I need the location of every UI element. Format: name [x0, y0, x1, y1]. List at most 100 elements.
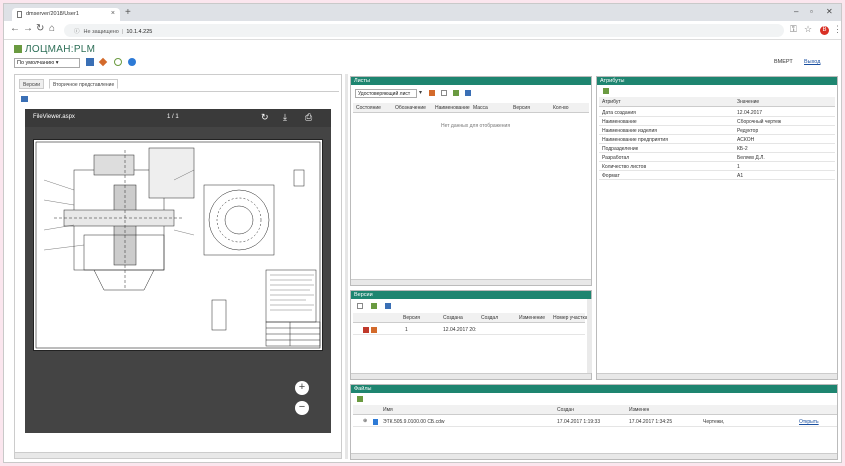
col-file-name[interactable]: Имя: [383, 407, 393, 413]
col-state[interactable]: Состояние: [356, 105, 381, 111]
attr-name: Дата создания: [602, 110, 636, 116]
attr-value: 1: [737, 164, 740, 170]
app-logo[interactable]: ЛОЦМАН:PLM: [14, 44, 95, 55]
address-bar[interactable]: ⓘ Не защищено | 10.1.4.225: [64, 24, 784, 37]
star-icon[interactable]: ☆: [804, 24, 812, 35]
col-author[interactable]: Создал: [481, 315, 498, 321]
username: ВМЕРТ: [774, 59, 793, 65]
attr-name: Разработал: [602, 155, 630, 161]
versions-list-icon[interactable]: [357, 303, 363, 309]
new-tab-button[interactable]: +: [125, 7, 131, 18]
reload-icon[interactable]: ↻: [36, 23, 44, 34]
home-icon[interactable]: ⌂: [49, 23, 55, 34]
help-icon[interactable]: [128, 58, 136, 66]
col-count[interactable]: Кол-во: [553, 105, 569, 111]
col-file-modified[interactable]: Изменен: [629, 407, 649, 413]
info-icon[interactable]: ⓘ: [74, 29, 80, 35]
close-window-button[interactable]: ✕: [826, 7, 833, 16]
table-row[interactable]: Наименование изделия Редуктор: [599, 126, 835, 135]
pane-splitter[interactable]: [345, 74, 348, 459]
table-row[interactable]: Дата создания 12.04.2017: [599, 108, 835, 117]
file-viewer: FileViewer.aspx 1 / 1 ↻ ⤓ ⎙ + −: [25, 109, 331, 433]
avatar[interactable]: В: [820, 26, 829, 35]
lock-icon: [371, 327, 377, 333]
version-created: 12.04.2017 20:: [443, 327, 477, 333]
versions-add-icon[interactable]: [371, 303, 377, 309]
export-icon[interactable]: [465, 90, 471, 96]
table-row[interactable]: ⊕ ЭТК.505.9.0100.00 СБ.cdw 17.04.2017 1:…: [353, 417, 837, 427]
minimize-button[interactable]: –: [794, 7, 798, 16]
versions-export-icon[interactable]: [385, 303, 391, 309]
table-row[interactable]: Формат А1: [599, 171, 835, 180]
attributes-panel-title: Атрибуты: [597, 77, 837, 85]
download-icon[interactable]: ⤓: [283, 112, 287, 123]
refresh-view-icon[interactable]: [21, 96, 28, 102]
col-version[interactable]: Версия: [513, 105, 530, 111]
attributes-add-icon[interactable]: [603, 88, 609, 94]
zoom-out-button[interactable]: −: [295, 401, 309, 415]
key-icon[interactable]: ⚿: [790, 24, 797, 35]
col-name[interactable]: Наименование: [435, 105, 470, 111]
file-modified: 17.04.2017 1:34:25: [629, 419, 673, 425]
browser-tab[interactable]: dmserver/2018/User1 ×: [12, 8, 120, 21]
sheets-filter-select[interactable]: Удостоверяющий лист: [355, 89, 417, 98]
table-row[interactable]: 1 12.04.2017 20:: [353, 325, 585, 335]
forward-icon[interactable]: →: [23, 23, 33, 34]
tab-versions[interactable]: Версии: [19, 79, 44, 89]
pin-icon[interactable]: [429, 90, 435, 96]
close-tab-icon[interactable]: ×: [111, 10, 115, 17]
page-indicator: 1 / 1: [167, 114, 179, 120]
col-file-created[interactable]: Создан: [557, 407, 574, 413]
col-attribute[interactable]: Атрибут: [602, 99, 621, 105]
logout-link[interactable]: Выход: [804, 59, 820, 65]
attr-name: Формат: [602, 173, 620, 179]
table-row[interactable]: Подразделение КБ-2: [599, 144, 835, 153]
attr-name: Наименование изделия: [602, 128, 657, 134]
files-panel: Файлы Имя Создан Изменен ⊕ ЭТК.505.9.010…: [350, 384, 838, 460]
table-row[interactable]: Количество листов 1: [599, 162, 835, 171]
files-grid-header: Имя Создан Изменен: [353, 405, 837, 415]
edit-icon[interactable]: [98, 57, 108, 67]
col-created[interactable]: Создана: [443, 315, 463, 321]
search-icon[interactable]: [114, 58, 122, 66]
maximize-button[interactable]: ▫: [810, 7, 813, 16]
tab-secondary-view[interactable]: Вторичное представление: [49, 79, 119, 89]
col-section[interactable]: Номер участка: [553, 315, 588, 321]
files-add-icon[interactable]: [357, 396, 363, 402]
versions-hscroll[interactable]: [351, 373, 591, 379]
table-row[interactable]: Наименование предприятия АСКОН: [599, 135, 835, 144]
open-file-link[interactable]: Открыть: [799, 419, 819, 425]
table-row[interactable]: Разработал Беляев Д.Л.: [599, 153, 835, 162]
file-name: ЭТК.505.9.0100.00 СБ.cdw: [383, 419, 445, 425]
files-scrollbar[interactable]: [351, 453, 837, 459]
view-select[interactable]: По умолчанию ▾: [14, 58, 80, 68]
menu-icon[interactable]: ⋮: [833, 24, 841, 35]
expand-icon[interactable]: ⊕: [363, 418, 367, 424]
col-mass[interactable]: Масса: [473, 105, 488, 111]
sheets-scrollbar[interactable]: [351, 279, 591, 285]
print-icon[interactable]: ⎙: [305, 112, 312, 123]
versions-panel-title: Версии: [351, 291, 591, 299]
table-row[interactable]: Наименование Сборочный чертеж: [599, 117, 835, 126]
col-value[interactable]: Значение: [737, 99, 759, 105]
viewer-scrollbar[interactable]: [15, 452, 341, 458]
zoom-in-button[interactable]: +: [295, 381, 309, 395]
file-created: 17.04.2017 1:19:33: [557, 419, 601, 425]
attributes-scrollbar[interactable]: [597, 373, 837, 379]
col-designation[interactable]: Обозначение: [395, 105, 426, 111]
grid-icon[interactable]: [86, 58, 94, 66]
attributes-panel: Атрибуты Атрибут Значение Дата создания 1…: [596, 76, 838, 380]
add-icon[interactable]: [453, 90, 459, 96]
drawing-sheet[interactable]: [33, 139, 323, 351]
versions-vscroll[interactable]: [587, 299, 592, 373]
browser-toolbar: ← → ↻ ⌂ ⓘ Не защищено | 10.1.4.225 ⚿ ☆ В ⋮: [4, 21, 841, 40]
col-version[interactable]: Версия: [403, 315, 420, 321]
dropdown-icon[interactable]: ▾: [419, 89, 422, 96]
rotate-icon[interactable]: ↻: [261, 112, 269, 123]
col-change[interactable]: Изменение: [519, 315, 545, 321]
sheets-panel: Листы Удостоверяющий лист ▾ Состояние Об…: [350, 76, 592, 286]
document-icon: [363, 327, 369, 333]
back-icon[interactable]: ←: [10, 23, 20, 34]
list-icon[interactable]: [441, 90, 447, 96]
viewer-pane: Версии Вторичное представление FileViewe…: [14, 74, 342, 459]
